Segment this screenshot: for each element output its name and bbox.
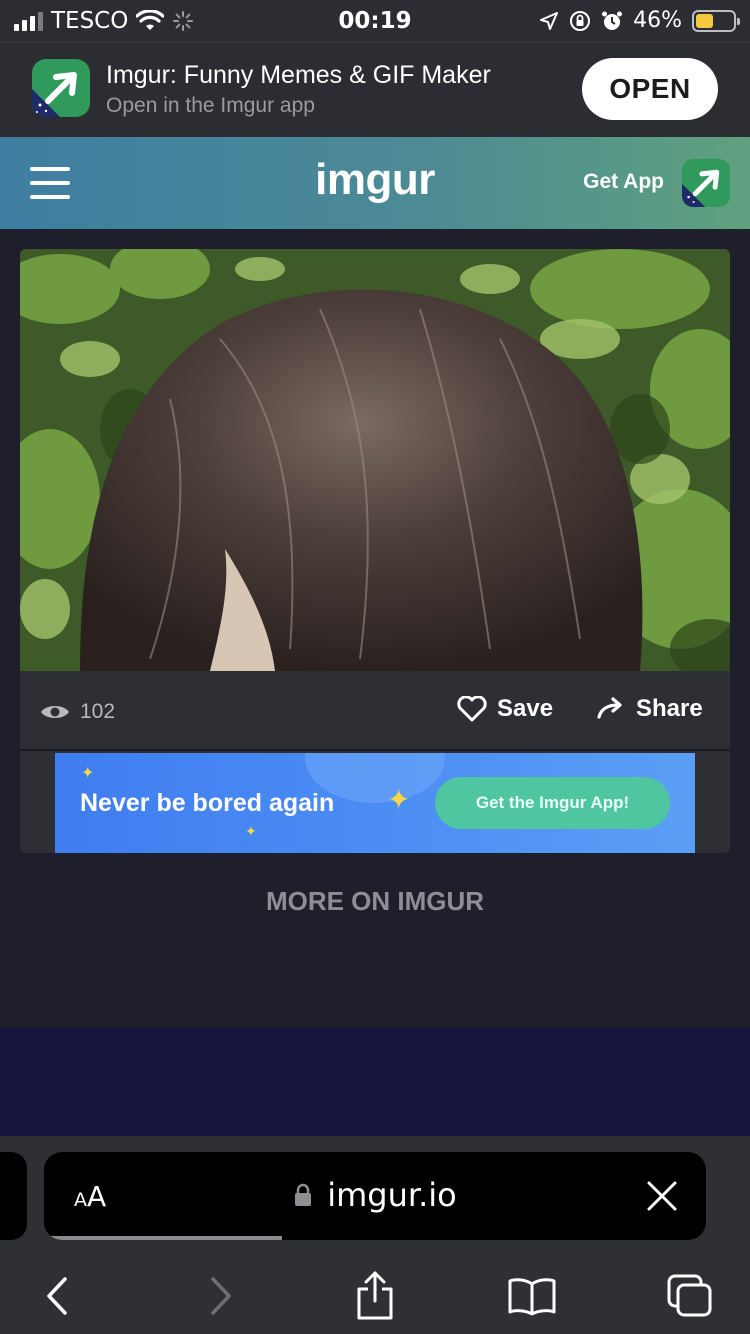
- sparkle-icon: ✦: [81, 765, 95, 782]
- imgur-app-icon[interactable]: [682, 159, 730, 207]
- battery-percentage: 46%: [633, 8, 682, 33]
- promo-text: Never be bored again: [80, 789, 335, 817]
- url-display[interactable]: imgur.io: [44, 1176, 706, 1214]
- status-right: 46%: [539, 8, 740, 33]
- back-button[interactable]: [28, 1268, 88, 1324]
- battery-icon: [692, 9, 740, 32]
- alarm-icon: [602, 11, 623, 30]
- close-icon[interactable]: [644, 1178, 680, 1214]
- more-on-imgur-heading: MORE ON IMGUR: [265, 886, 485, 916]
- bookmarks-icon: [508, 1278, 556, 1316]
- share-button[interactable]: Share: [596, 695, 703, 723]
- back-icon: [47, 1277, 67, 1315]
- get-imgur-app-button[interactable]: Get the Imgur App!: [435, 777, 670, 829]
- view-count-value: 102: [80, 700, 116, 723]
- share-arrow-icon: [597, 697, 622, 719]
- view-count: 102: [40, 700, 115, 724]
- save-label: Save: [497, 695, 554, 722]
- smart-app-banner: Imgur: Funny Memes & GIF Maker Open in t…: [0, 42, 750, 137]
- forward-button[interactable]: [190, 1268, 250, 1324]
- site-header: imgur Get App: [0, 137, 750, 229]
- share-label: Share: [636, 695, 703, 722]
- app-promo-banner[interactable]: ✦ ✦ Never be bored again ✦ Get the Imgur…: [55, 753, 695, 853]
- address-bar[interactable]: AA imgur.io: [44, 1152, 706, 1240]
- share-page-button[interactable]: [345, 1268, 405, 1324]
- location-icon: [540, 11, 559, 30]
- open-app-button[interactable]: OPEN: [582, 58, 718, 120]
- orientation-lock-icon: [570, 10, 591, 31]
- get-app-link[interactable]: Get App: [583, 170, 664, 194]
- save-button[interactable]: Save: [457, 695, 553, 723]
- app-banner-subtitle: Open in the Imgur app: [106, 94, 315, 117]
- page-background-band: [0, 1028, 750, 1136]
- tabs-icon: [667, 1274, 712, 1317]
- post-card: 102 Save Share ✦ ✦ Never be bored again …: [20, 249, 730, 853]
- sparkle-icon: ✦: [245, 823, 257, 839]
- tabs-button[interactable]: [660, 1268, 720, 1324]
- heart-icon: [457, 696, 487, 722]
- share-icon: [357, 1271, 393, 1320]
- lock-icon: [295, 1183, 312, 1206]
- url-text: imgur.io: [327, 1176, 457, 1214]
- browser-bottom-bar: AA imgur.io: [0, 1136, 750, 1334]
- forward-icon: [211, 1277, 231, 1315]
- sparkle-icon: ✦: [387, 784, 411, 815]
- app-banner-title: Imgur: Funny Memes & GIF Maker: [106, 61, 491, 89]
- imgur-app-icon: [32, 59, 90, 117]
- browser-toolbar: [0, 1262, 750, 1334]
- post-actions-bar: 102 Save Share: [20, 671, 730, 751]
- bookmarks-button[interactable]: [502, 1268, 562, 1324]
- status-bar: TESCO 00:19 46%: [0, 0, 750, 42]
- previous-tab-peek[interactable]: [0, 1152, 27, 1240]
- post-image[interactable]: [20, 249, 730, 671]
- eye-icon: [41, 706, 69, 718]
- page-load-progress: [44, 1236, 283, 1240]
